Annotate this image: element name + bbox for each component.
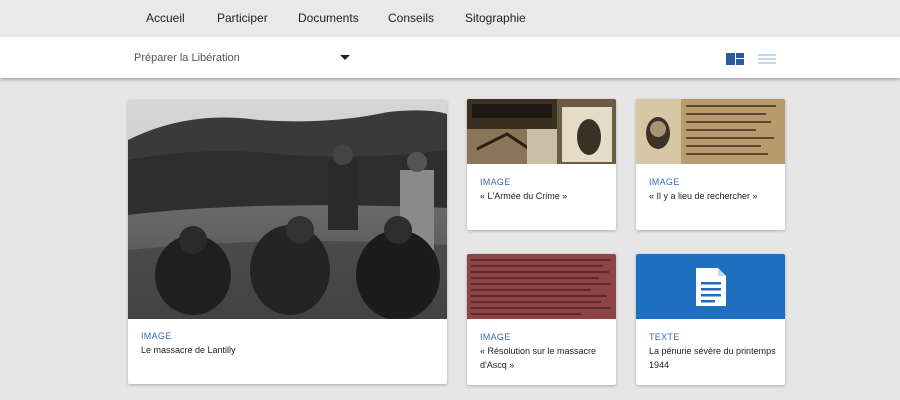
photo-thumbnail bbox=[636, 99, 785, 164]
card-type-label: TEXTE bbox=[649, 332, 680, 342]
card-title: « Résolution sur le massacre d'Ascq » bbox=[480, 346, 597, 370]
nav-item-conseils[interactable]: Conseils bbox=[388, 11, 434, 25]
photo-thumbnail bbox=[128, 100, 447, 319]
theme-select[interactable]: Préparer la Libération bbox=[134, 50, 350, 66]
card-title: Le massacre de Lantilly bbox=[141, 345, 236, 355]
document-card[interactable]: IMAGE « Il y a lieu de rechercher » bbox=[636, 99, 785, 230]
top-nav: Accueil Participer Documents Conseils Si… bbox=[0, 0, 900, 37]
nav-item-accueil[interactable]: Accueil bbox=[146, 11, 185, 25]
photo-thumbnail bbox=[467, 99, 616, 164]
document-card[interactable]: IMAGE « Résolution sur le massacre d'Asc… bbox=[467, 254, 616, 385]
nav-item-participer[interactable]: Participer bbox=[217, 11, 268, 25]
card-title: La pénurie sévère du printemps 1944 bbox=[649, 346, 776, 370]
theme-select-value: Préparer la Libération bbox=[134, 52, 240, 64]
document-card[interactable]: IMAGE Le massacre de Lantilly bbox=[128, 100, 447, 384]
document-card[interactable]: TEXTE La pénurie sévère du printemps 194… bbox=[636, 254, 785, 385]
card-title: « L'Armée du Crime » bbox=[480, 191, 568, 201]
card-type-label: IMAGE bbox=[480, 332, 511, 342]
document-icon bbox=[696, 268, 726, 306]
card-title: « Il y a lieu de rechercher » bbox=[649, 191, 758, 201]
document-card[interactable]: IMAGE « L'Armée du Crime » bbox=[467, 99, 616, 230]
text-thumbnail bbox=[636, 254, 785, 319]
nav-item-documents[interactable]: Documents bbox=[298, 11, 359, 25]
card-type-label: IMAGE bbox=[480, 177, 511, 187]
card-type-label: IMAGE bbox=[141, 331, 172, 341]
card-type-label: IMAGE bbox=[649, 177, 680, 187]
caret-down-icon bbox=[340, 55, 350, 60]
list-view-icon[interactable] bbox=[758, 54, 776, 65]
grid-view-icon[interactable] bbox=[726, 53, 744, 65]
photo-thumbnail bbox=[467, 254, 616, 319]
nav-item-sitographie[interactable]: Sitographie bbox=[465, 11, 526, 25]
